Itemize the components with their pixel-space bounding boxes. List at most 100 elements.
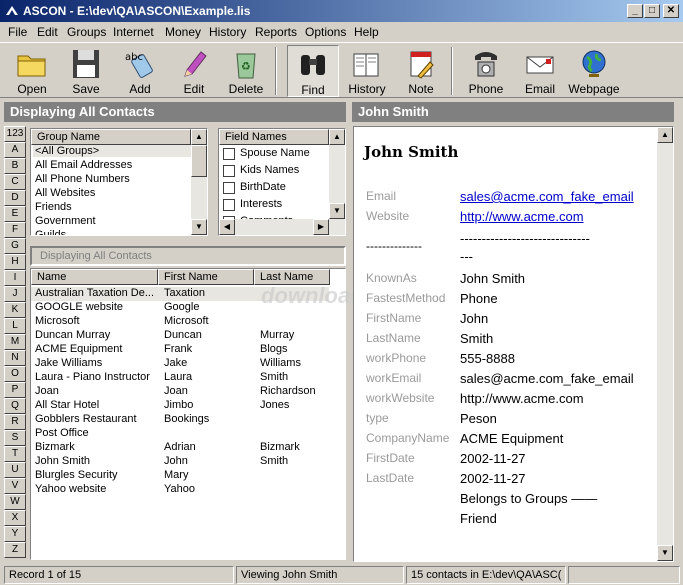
alpha-index-w[interactable]: W <box>4 494 26 510</box>
alpha-index-k[interactable]: K <box>4 302 26 318</box>
contact-row[interactable]: Post Office <box>31 427 329 441</box>
alpha-index-p[interactable]: P <box>4 382 26 398</box>
alpha-index-q[interactable]: Q <box>4 398 26 414</box>
email-link[interactable]: sales@acme.com_fake_email <box>460 189 634 204</box>
field-list-vscrollbar[interactable]: ▲ ▼ <box>329 129 345 219</box>
alpha-index-f[interactable]: F <box>4 222 26 238</box>
close-button[interactable]: ✕ <box>663 4 679 18</box>
group-item[interactable]: Guilds <box>35 229 66 235</box>
field-names-list[interactable]: Field Names Spouse Name Kids Names BirthDa… <box>218 128 346 236</box>
first-name-column-header[interactable]: First Name <box>158 269 254 285</box>
scroll-down-arrow-icon[interactable]: ▼ <box>329 203 345 219</box>
contact-row[interactable]: ACME Equipment Frank Blogs <box>31 343 329 357</box>
maximize-button[interactable]: □ <box>644 4 660 18</box>
contact-row[interactable]: Yahoo website Yahoo <box>31 483 329 497</box>
group-list-scrollbar[interactable]: ▲ ▼ <box>191 129 207 235</box>
alpha-index-m[interactable]: M <box>4 334 26 350</box>
group-list[interactable]: Group Name <All Groups> All Email Address… <box>30 128 208 236</box>
alpha-index-e[interactable]: E <box>4 206 26 222</box>
contacts-list[interactable]: Name First Name Last Name Australian Tax… <box>30 268 364 560</box>
contact-row[interactable]: All Star Hotel Jimbo Jones <box>31 399 329 413</box>
alpha-index-n[interactable]: N <box>4 350 26 366</box>
alpha-index-j[interactable]: J <box>4 286 26 302</box>
minimize-button[interactable]: _ <box>627 4 643 18</box>
alpha-index-r[interactable]: R <box>4 414 26 430</box>
save-button[interactable]: Save <box>60 45 112 97</box>
menu-groups[interactable]: Groups <box>67 25 106 39</box>
alpha-index-c[interactable]: C <box>4 174 26 190</box>
scroll-down-arrow-icon[interactable]: ▼ <box>191 219 207 235</box>
alpha-index-123[interactable]: 123 <box>4 126 26 142</box>
contact-row[interactable]: Bizmark Adrian Bizmark <box>31 441 329 455</box>
scroll-down-arrow-icon[interactable]: ▼ <box>657 545 673 561</box>
alpha-index-o[interactable]: O <box>4 366 26 382</box>
field-checkbox[interactable] <box>223 165 235 177</box>
contact-row[interactable]: Duncan Murray Duncan Murray <box>31 329 329 343</box>
field-checkbox[interactable] <box>223 199 235 211</box>
alpha-index-s[interactable]: S <box>4 430 26 446</box>
alpha-index-i[interactable]: I <box>4 270 26 286</box>
scroll-up-arrow-icon[interactable]: ▲ <box>329 129 345 145</box>
alpha-index-l[interactable]: L <box>4 318 26 334</box>
menu-help[interactable]: Help <box>354 25 379 39</box>
field-names-column-header[interactable]: Field Names <box>219 129 329 145</box>
alpha-index-d[interactable]: D <box>4 190 26 206</box>
alpha-index-b[interactable]: B <box>4 158 26 174</box>
menu-file[interactable]: File <box>8 25 27 39</box>
field-item[interactable]: Interests <box>223 198 327 214</box>
alpha-index-u[interactable]: U <box>4 462 26 478</box>
contact-row[interactable]: Gobblers Restaurant Bookings <box>31 413 329 427</box>
history-button[interactable]: History <box>342 45 392 97</box>
menu-reports[interactable]: Reports <box>255 25 297 39</box>
scroll-up-arrow-icon[interactable]: ▲ <box>657 127 673 143</box>
delete-button[interactable]: ♻ Delete <box>222 45 270 97</box>
note-button[interactable]: Note <box>396 45 446 97</box>
website-link[interactable]: http://www.acme.com <box>460 209 584 224</box>
find-button[interactable]: Find <box>287 45 339 97</box>
group-item[interactable]: Friends <box>35 201 72 213</box>
contact-row[interactable]: Microsoft Microsoft <box>31 315 329 329</box>
menu-edit[interactable]: Edit <box>37 25 58 39</box>
alpha-index-t[interactable]: T <box>4 446 26 462</box>
scroll-left-arrow-icon[interactable]: ◀ <box>219 219 235 235</box>
menu-history[interactable]: History <box>209 25 246 39</box>
menu-internet[interactable]: Internet <box>113 25 154 39</box>
group-item[interactable]: All Email Addresses <box>35 159 132 171</box>
email-button[interactable]: Email <box>514 45 566 97</box>
contact-row[interactable]: Laura - Piano Instructor Laura Smith <box>31 371 329 385</box>
alpha-index-g[interactable]: G <box>4 238 26 254</box>
field-list-hscrollbar[interactable]: ◀ ▶ <box>219 219 345 235</box>
alpha-index-h[interactable]: H <box>4 254 26 270</box>
detail-scrollbar[interactable]: ▲ ▼ <box>657 127 673 561</box>
group-item[interactable]: Government <box>35 215 96 227</box>
field-item[interactable]: Spouse Name <box>223 147 327 163</box>
name-column-header[interactable]: Name <box>31 269 158 285</box>
contact-row[interactable]: John Smith John Smith <box>31 455 329 469</box>
alpha-index-v[interactable]: V <box>4 478 26 494</box>
alpha-index-z[interactable]: Z <box>4 542 26 558</box>
contact-row[interactable]: Joan Joan Richardson <box>31 385 329 399</box>
field-item[interactable]: BirthDate <box>223 181 327 197</box>
group-item[interactable]: All Phone Numbers <box>35 173 130 185</box>
open-button[interactable]: Open <box>6 45 58 97</box>
field-checkbox[interactable] <box>223 182 235 194</box>
alpha-index-a[interactable]: A <box>4 142 26 158</box>
scroll-thumb[interactable] <box>191 145 207 177</box>
contact-row[interactable]: Blurgles Security Mary <box>31 469 329 483</box>
edit-button[interactable]: Edit <box>168 45 220 97</box>
field-item[interactable]: Kids Names <box>223 164 327 180</box>
menu-money[interactable]: Money <box>165 25 201 39</box>
group-name-column-header[interactable]: Group Name <box>31 129 191 145</box>
webpage-button[interactable]: Webpage <box>568 45 620 97</box>
phone-button[interactable]: Phone <box>460 45 512 97</box>
menu-options[interactable]: Options <box>305 25 346 39</box>
group-item[interactable]: <All Groups> <box>33 145 191 157</box>
field-checkbox[interactable] <box>223 148 235 160</box>
alpha-index-x[interactable]: X <box>4 510 26 526</box>
scroll-right-arrow-icon[interactable]: ▶ <box>313 219 329 235</box>
add-button[interactable]: abc Add <box>114 45 166 97</box>
group-item[interactable]: All Websites <box>35 187 95 199</box>
alpha-index-y[interactable]: Y <box>4 526 26 542</box>
scroll-up-arrow-icon[interactable]: ▲ <box>191 129 207 145</box>
contact-row[interactable]: Jake Williams Jake Williams <box>31 357 329 371</box>
